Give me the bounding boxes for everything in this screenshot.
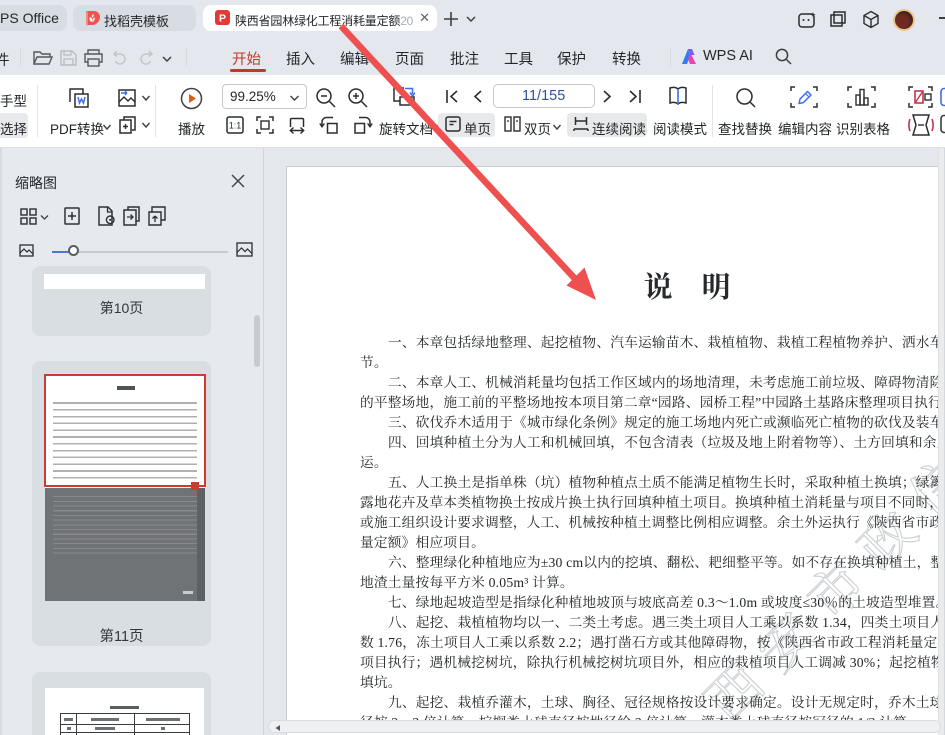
svg-text:1:1: 1:1 <box>229 121 242 131</box>
svg-text:P: P <box>219 13 226 25</box>
